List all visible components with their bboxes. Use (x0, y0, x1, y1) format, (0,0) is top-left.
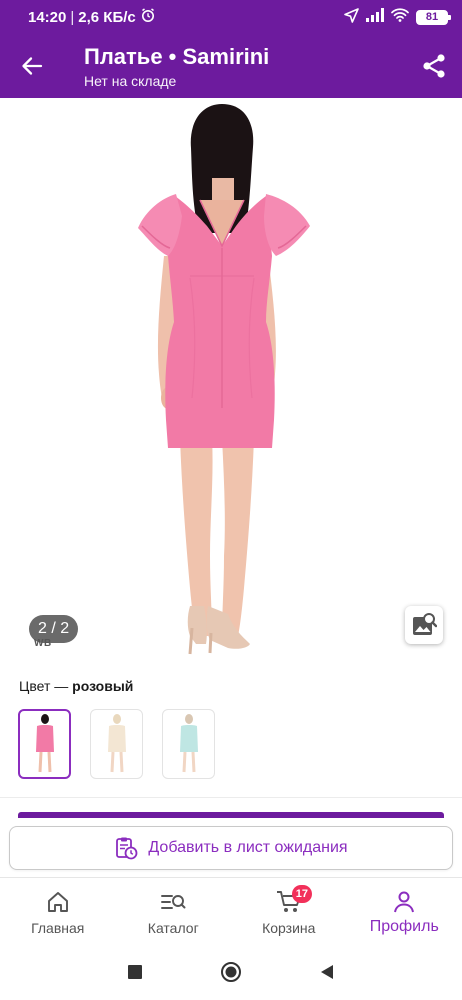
battery-icon: 81 (416, 9, 451, 25)
color-swatches (18, 709, 215, 779)
nav-label-catalog: Каталог (147, 920, 199, 936)
color-value: розовый (72, 678, 134, 694)
page-title: Платье • Samirini (84, 43, 270, 69)
nav-item-cart[interactable]: 17 Корзина (231, 878, 347, 943)
status-left: 14:20 | 2,6 КБ/с (28, 7, 156, 27)
home-icon (46, 889, 70, 915)
back-triangle-icon (321, 964, 333, 979)
nav-label-cart: Корзина (262, 920, 316, 936)
arrow-back-icon (22, 57, 43, 75)
profile-icon (392, 889, 416, 915)
back-button[interactable] (0, 34, 64, 98)
share-icon (423, 54, 445, 78)
share-button[interactable] (406, 34, 462, 98)
stock-status: Нет на складе (84, 72, 177, 89)
swatch-mint-thumbnail (179, 714, 198, 773)
alarm-icon (140, 7, 156, 27)
nav-item-catalog[interactable]: Каталог (116, 878, 232, 943)
search-similar-button[interactable] (405, 606, 443, 644)
product-photo (138, 104, 310, 655)
color-label: Цвет — розовый (19, 678, 133, 694)
image-search-icon (413, 613, 437, 635)
cart-icon: 17 (276, 885, 312, 915)
product-gallery[interactable]: 2 / 2 WB (0, 98, 462, 663)
status-right: 81 (344, 7, 451, 27)
nav-label-profile: Профиль (369, 918, 439, 935)
home-circle-icon (221, 961, 241, 982)
swatch-beige-thumbnail (107, 714, 126, 773)
color-label-prefix: Цвет — (19, 678, 73, 694)
system-nav (0, 943, 462, 1000)
cart-badge: 17 (291, 885, 312, 903)
system-home-button[interactable] (183, 943, 279, 1000)
bottom-nav: Главная Каталог 17 Корзина Профиль (0, 877, 462, 943)
action-bar-edge (18, 812, 444, 818)
nav-label-home: Главная (31, 920, 85, 936)
location-arrow-icon (344, 7, 359, 27)
nav-item-home[interactable]: Главная (0, 878, 116, 943)
wb-watermark: WB (34, 638, 52, 649)
clipboard-clock-icon (116, 837, 138, 860)
status-network-speed: 2,6 КБ/с (78, 8, 136, 26)
swatch-mint[interactable] (162, 709, 215, 779)
swatch-beige[interactable] (90, 709, 143, 779)
status-bar: 14:20 | 2,6 КБ/с 81 (0, 0, 462, 34)
wifi-icon (391, 8, 409, 26)
swatch-pink[interactable] (18, 709, 71, 779)
recent-apps-icon (128, 964, 142, 979)
catalog-search-icon (160, 889, 186, 915)
signal-icon (366, 8, 384, 26)
add-to-waitlist-button[interactable]: Добавить в лист ожидания (9, 826, 453, 870)
status-time: 14:20 (28, 8, 67, 26)
nav-item-profile[interactable]: Профиль (347, 878, 462, 943)
swatch-pink-thumbnail (35, 714, 54, 773)
section-divider (0, 797, 462, 798)
recent-apps-button[interactable] (87, 943, 183, 1000)
status-separator: | (70, 8, 75, 26)
app-bar: Платье • Samirini Нет на складе (0, 34, 462, 98)
app-bar-titles: Платье • Samirini Нет на складе (64, 44, 406, 89)
waitlist-label: Добавить в лист ожидания (148, 839, 348, 856)
system-back-button[interactable] (279, 943, 375, 1000)
